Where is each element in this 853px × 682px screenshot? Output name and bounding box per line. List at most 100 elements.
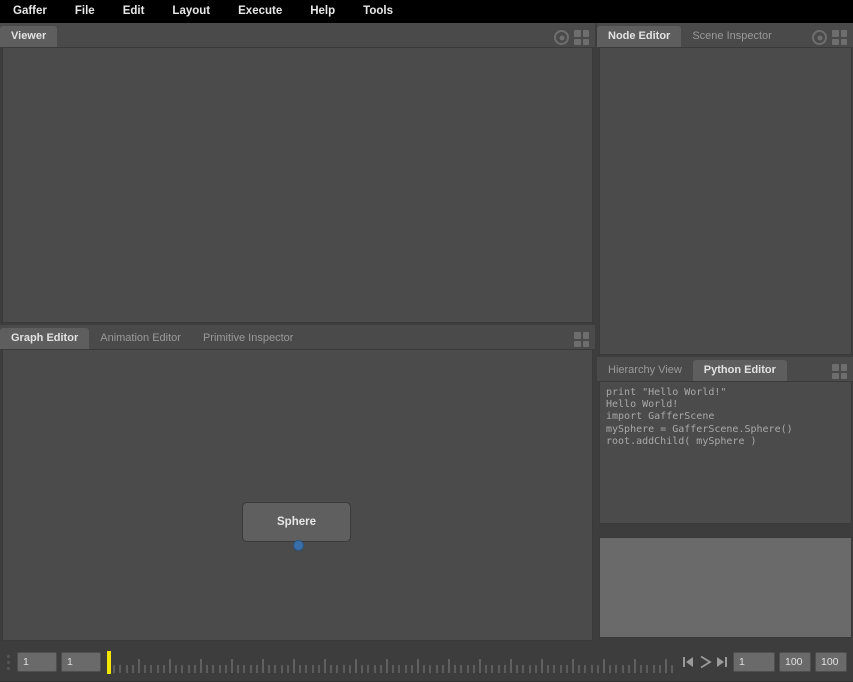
timeline-bar: 1 1 1 100 100 <box>0 643 853 682</box>
grid-cell <box>832 364 839 371</box>
range-end-field[interactable]: 100 <box>815 652 847 672</box>
timeline-tick <box>305 665 308 673</box>
layout-grid-icon[interactable] <box>574 332 589 347</box>
layout-grid-icon[interactable] <box>832 30 847 45</box>
right-column: Node Editor Scene Inspector Hierarchy Vi… <box>597 23 853 643</box>
timeline-tick <box>386 659 388 673</box>
timeline-tick <box>348 665 351 673</box>
playback-frame-field[interactable]: 1 <box>733 652 775 672</box>
start-frame-field[interactable]: 1 <box>17 652 57 672</box>
timeline-tick <box>324 659 326 673</box>
python-input-field[interactable] <box>599 537 852 638</box>
timeline-tick <box>559 665 562 673</box>
timeline-tick <box>615 665 618 673</box>
timeline-drag-handle[interactable] <box>3 649 13 675</box>
target-icon[interactable] <box>812 30 827 45</box>
menu-edit[interactable]: Edit <box>109 0 159 23</box>
timeline-tick <box>441 665 444 673</box>
graph-tab-tools <box>574 332 595 349</box>
timeline-tick <box>131 665 134 673</box>
menu-tools[interactable]: Tools <box>349 0 407 23</box>
timeline-tick <box>652 665 655 673</box>
python-output-line: root.addChild( mySphere ) <box>606 435 757 447</box>
timeline-tick <box>119 665 122 673</box>
skip-back-icon[interactable] <box>681 654 695 670</box>
timeline-ruler[interactable] <box>107 649 673 675</box>
node-editor-content[interactable] <box>599 47 852 355</box>
graph-node-sphere[interactable]: Sphere <box>242 502 351 542</box>
timeline-tick <box>646 665 649 673</box>
tab-viewer[interactable]: Viewer <box>0 26 58 47</box>
grid-cell <box>574 340 581 347</box>
tab-node-editor[interactable]: Node Editor <box>597 26 682 47</box>
graph-tab-bar: Graph Editor Animation Editor Primitive … <box>0 325 595 349</box>
play-icon[interactable] <box>698 654 712 670</box>
node-output-plug[interactable] <box>293 540 304 551</box>
target-icon[interactable] <box>554 30 569 45</box>
layout-grid-icon[interactable] <box>574 30 589 45</box>
transport-controls <box>681 654 729 670</box>
timeline-tick <box>293 659 295 673</box>
timeline-tick <box>218 665 221 673</box>
python-tab-tools <box>832 364 853 381</box>
menu-file[interactable]: File <box>61 0 109 23</box>
tab-graph-editor[interactable]: Graph Editor <box>0 328 90 349</box>
graph-editor-canvas[interactable]: Sphere <box>2 349 593 641</box>
timeline-tick <box>299 665 302 673</box>
timeline-tick <box>547 665 550 673</box>
timeline-tick <box>640 665 643 673</box>
timeline-tick <box>200 659 202 673</box>
tab-scene-inspector[interactable]: Scene Inspector <box>681 26 783 47</box>
timeline-tick <box>379 665 382 673</box>
timeline-tick <box>541 659 543 673</box>
timeline-tick <box>460 665 463 673</box>
grid-cell <box>832 372 839 379</box>
timeline-tick <box>268 665 271 673</box>
current-frame-field[interactable]: 1 <box>61 652 101 672</box>
tab-hierarchy-view[interactable]: Hierarchy View <box>597 360 693 381</box>
timeline-tick <box>497 665 500 673</box>
timeline-tick <box>317 665 320 673</box>
timeline-tick <box>658 665 661 673</box>
tab-animation-editor[interactable]: Animation Editor <box>89 328 192 349</box>
timeline-inner: 1 1 1 100 100 <box>0 647 853 677</box>
timeline-playhead[interactable] <box>107 651 111 674</box>
grid-cell <box>832 30 839 37</box>
timeline-tick <box>609 665 612 673</box>
timeline-tick <box>193 665 196 673</box>
menu-gaffer[interactable]: Gaffer <box>0 0 61 23</box>
timeline-tick <box>572 659 574 673</box>
python-output-line: Hello World! <box>606 399 679 411</box>
menu-layout[interactable]: Layout <box>158 0 224 23</box>
layout-grid-icon[interactable] <box>832 364 847 379</box>
timeline-right-pad <box>847 662 853 663</box>
timeline-tick <box>206 665 209 673</box>
tab-python-editor[interactable]: Python Editor <box>692 360 787 381</box>
viewer-viewport[interactable] <box>2 47 593 323</box>
python-tab-bar: Hierarchy View Python Editor <box>597 357 853 381</box>
skip-forward-icon[interactable] <box>715 654 729 670</box>
timeline-tick <box>466 665 469 673</box>
timeline-tick <box>169 659 171 673</box>
tab-primitive-inspector[interactable]: Primitive Inspector <box>191 328 305 349</box>
timeline-tick <box>237 665 240 673</box>
timeline-tick <box>138 659 140 673</box>
menu-help[interactable]: Help <box>296 0 349 23</box>
timeline-tick <box>243 665 246 673</box>
python-editor-panel: Hierarchy View Python Editor print "Hell… <box>597 357 853 643</box>
timeline-tick <box>392 665 395 673</box>
timeline-tick <box>417 659 419 673</box>
timeline-tick <box>590 665 593 673</box>
timeline-tick <box>627 665 630 673</box>
timeline-tick <box>373 665 376 673</box>
viewer-tab-bar: Viewer <box>0 23 595 47</box>
timeline-tick <box>162 665 165 673</box>
timeline-tick <box>553 665 556 673</box>
main-menu-bar: Gaffer File Edit Layout Execute Help Too… <box>0 0 853 23</box>
python-output-line: print "Hello World!" <box>606 387 727 398</box>
timeline-tick <box>150 665 153 673</box>
grid-cell <box>574 332 581 339</box>
menu-execute[interactable]: Execute <box>224 0 296 23</box>
end-frame-field[interactable]: 100 <box>779 652 811 672</box>
python-output-line: import GafferScene <box>606 411 715 423</box>
